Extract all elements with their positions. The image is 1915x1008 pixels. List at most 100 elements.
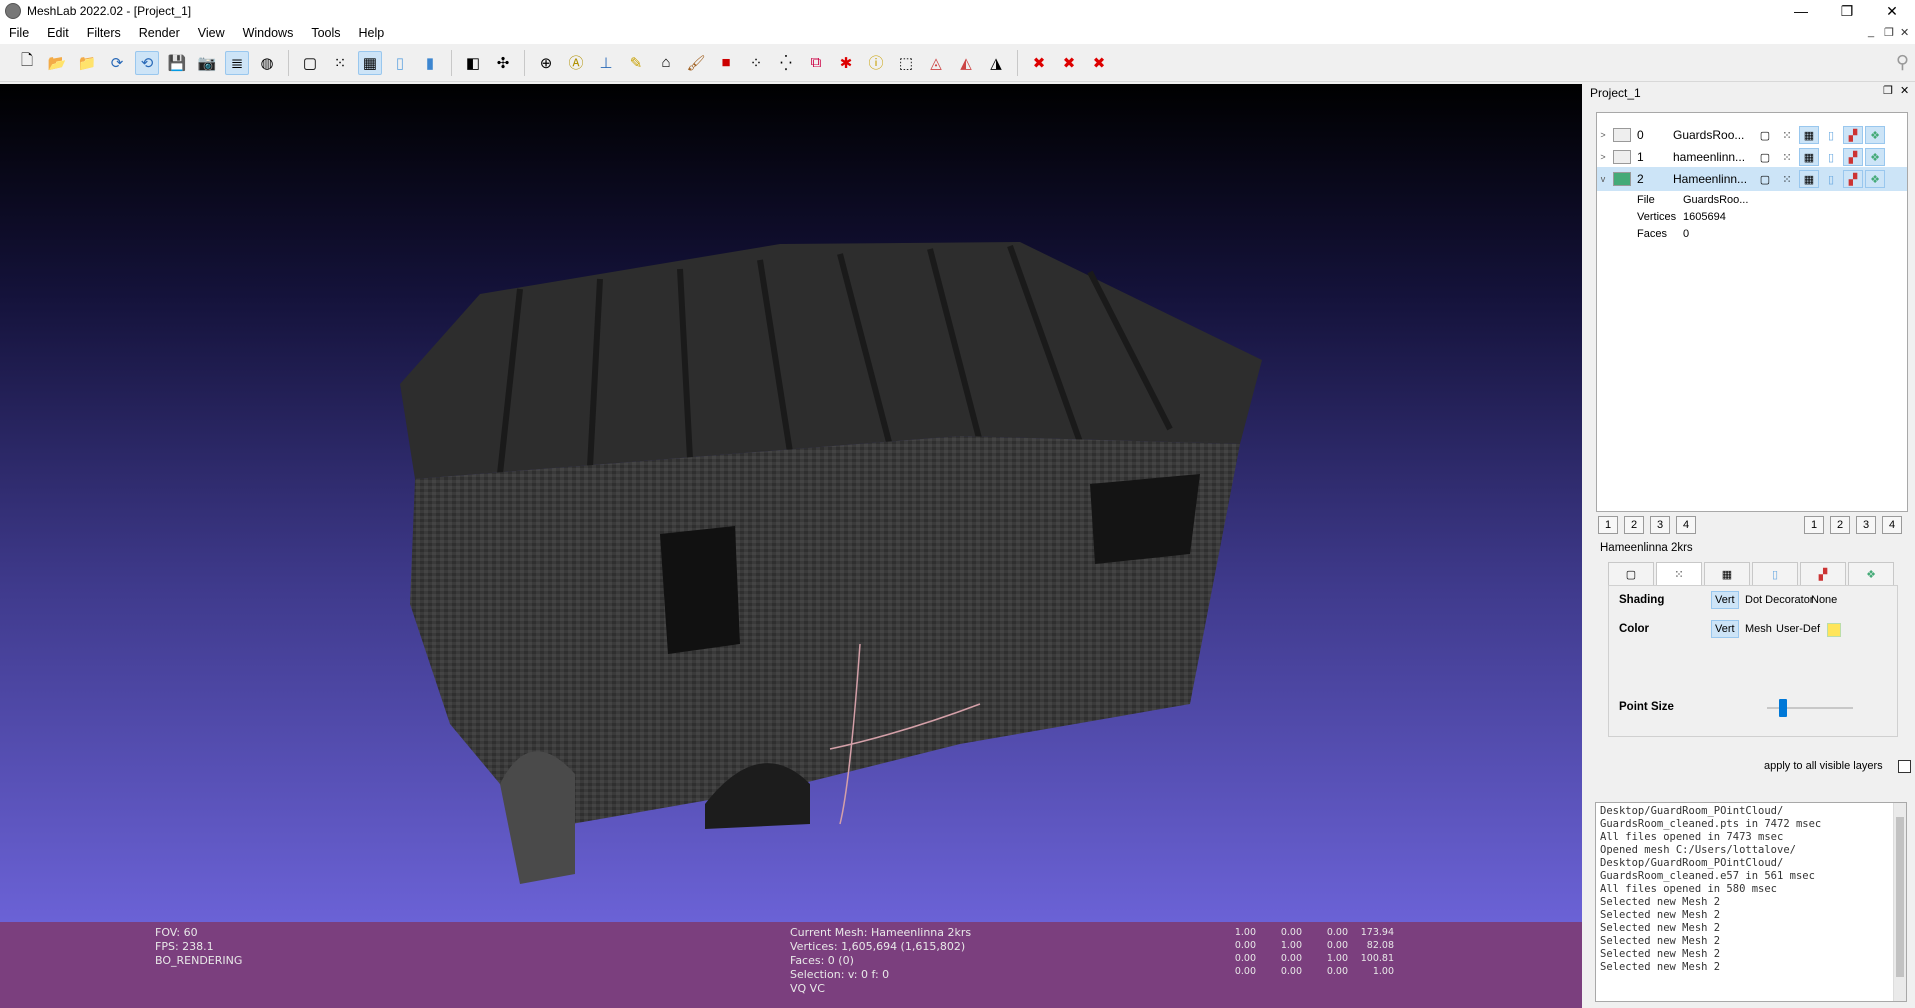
trackball-icon[interactable]: ✣ bbox=[491, 51, 515, 75]
smooth-icon[interactable]: ▮ bbox=[418, 51, 442, 75]
mdi-restore-icon[interactable]: ❐ bbox=[1884, 26, 1894, 39]
color-mesh-option[interactable]: Mesh bbox=[1742, 621, 1775, 637]
points-icon[interactable]: ⁙ bbox=[328, 51, 352, 75]
log-scrollbar[interactable] bbox=[1893, 803, 1906, 1001]
bbox-icon[interactable]: ▢ bbox=[1755, 126, 1775, 144]
select-border-icon[interactable]: ◮ bbox=[984, 51, 1008, 75]
shading-vert-option[interactable]: Vert bbox=[1711, 591, 1739, 609]
brush-icon[interactable]: 🖌 bbox=[684, 51, 708, 75]
delete-faces-icon[interactable]: ✖ bbox=[1057, 51, 1081, 75]
new-project-icon[interactable]: 🗋 bbox=[15, 51, 39, 75]
collapse-arrow-icon[interactable]: v bbox=[1597, 174, 1609, 184]
open-project-icon[interactable]: 📂 bbox=[45, 51, 69, 75]
decorator-icon[interactable]: ❖ bbox=[1865, 126, 1885, 144]
mdi-close-icon[interactable]: ✕ bbox=[1900, 26, 1909, 39]
tab-decorator-icon[interactable]: ❖ bbox=[1848, 562, 1894, 585]
apply-all-checkbox[interactable] bbox=[1898, 760, 1911, 773]
visibility-toggle-icon[interactable] bbox=[1613, 150, 1631, 164]
smooth-icon[interactable]: ▯ bbox=[1821, 126, 1841, 144]
texture-icon[interactable]: ▞ bbox=[1843, 148, 1863, 166]
view-button-1[interactable]: 1 bbox=[1598, 516, 1618, 534]
delete-icon[interactable]: ✖ bbox=[1027, 51, 1051, 75]
wireframe-icon[interactable]: ▦ bbox=[1799, 126, 1819, 144]
close-button[interactable]: ✕ bbox=[1869, 0, 1915, 22]
layer-row[interactable]: > 0 GuardsRoo... ▢ ⁙ ▦ ▯ ▞ ❖ bbox=[1597, 123, 1907, 147]
layer-row[interactable]: > 1 hameenlinn... ▢ ⁙ ▦ ▯ ▞ ❖ bbox=[1597, 145, 1907, 169]
bbox-icon[interactable]: ▢ bbox=[1755, 148, 1775, 166]
decorator-icon[interactable]: ❖ bbox=[1865, 170, 1885, 188]
layer-icon[interactable]: ◧ bbox=[461, 51, 485, 75]
tab-smooth-icon[interactable]: ▯ bbox=[1752, 562, 1798, 585]
reload-icon[interactable]: ⟳ bbox=[105, 51, 129, 75]
annotate-icon[interactable]: Ⓐ bbox=[564, 51, 588, 75]
points-icon[interactable]: ⁙ bbox=[1777, 170, 1797, 188]
select-verts-icon[interactable]: ◬ bbox=[924, 51, 948, 75]
mdi-minimize-icon[interactable]: _ bbox=[1868, 26, 1874, 38]
menu-render[interactable]: Render bbox=[130, 26, 189, 40]
import-mesh-icon[interactable]: 📁 bbox=[75, 51, 99, 75]
reload-all-icon[interactable]: ⟲ bbox=[135, 50, 159, 75]
decorator-icon[interactable]: ❖ bbox=[1865, 148, 1885, 166]
view-button-4[interactable]: 4 bbox=[1676, 516, 1696, 534]
pickpoints-icon[interactable]: ■ bbox=[714, 51, 738, 75]
tab-points-icon[interactable]: ⁙ bbox=[1656, 562, 1702, 585]
select-faces-icon[interactable]: ⁛ bbox=[774, 51, 798, 75]
color-vert-option[interactable]: Vert bbox=[1711, 620, 1739, 638]
restore-button[interactable]: ❐ bbox=[1824, 0, 1870, 22]
view-button-2[interactable]: 2 bbox=[1624, 516, 1644, 534]
export-mesh-icon[interactable]: 💾 bbox=[165, 51, 189, 75]
points-icon[interactable]: ⁙ bbox=[1777, 148, 1797, 166]
raster-icon[interactable]: ◍ bbox=[255, 51, 279, 75]
axes-icon[interactable]: ⊥ bbox=[594, 51, 618, 75]
wireframe-icon[interactable]: ▦ bbox=[1799, 170, 1819, 188]
measure-icon[interactable]: ⌂ bbox=[654, 51, 678, 75]
panel-close-icon[interactable]: ✕ bbox=[1900, 84, 1909, 97]
wireframe-icon[interactable]: ▦ bbox=[358, 50, 382, 75]
3d-viewport[interactable] bbox=[0, 84, 1582, 922]
tab-bbox-icon[interactable]: ▢ bbox=[1608, 562, 1654, 585]
mutual-align-icon[interactable]: ⧉ bbox=[804, 51, 828, 75]
shading-none-option[interactable]: None bbox=[1808, 592, 1840, 608]
select-vertices-icon[interactable]: ⁘ bbox=[744, 51, 768, 75]
menu-help[interactable]: Help bbox=[350, 26, 394, 40]
wireframe-icon[interactable]: ▦ bbox=[1799, 148, 1819, 166]
texture-icon[interactable]: ▞ bbox=[1843, 170, 1863, 188]
shading-dot-decorator-option[interactable]: Dot Decorator bbox=[1742, 592, 1816, 608]
flat-icon[interactable]: ▯ bbox=[388, 51, 412, 75]
menu-tools[interactable]: Tools bbox=[302, 26, 349, 40]
georef-icon[interactable]: ✱ bbox=[834, 51, 858, 75]
tab-wireframe-icon[interactable]: ▦ bbox=[1704, 562, 1750, 585]
view-button-2[interactable]: 2 bbox=[1830, 516, 1850, 534]
smooth-icon[interactable]: ▯ bbox=[1821, 170, 1841, 188]
texture-icon[interactable]: ▞ bbox=[1843, 126, 1863, 144]
user-color-swatch[interactable] bbox=[1827, 623, 1841, 637]
layer-row-selected[interactable]: v 2 Hameenlinn... ▢ ⁙ ▦ ▯ ▞ ❖ bbox=[1597, 167, 1907, 191]
menu-edit[interactable]: Edit bbox=[38, 26, 78, 40]
bbox-icon[interactable]: ▢ bbox=[1755, 170, 1775, 188]
visibility-toggle-icon[interactable] bbox=[1613, 172, 1631, 186]
view-button-4[interactable]: 4 bbox=[1882, 516, 1902, 534]
minimize-button[interactable]: — bbox=[1778, 0, 1824, 22]
menu-view[interactable]: View bbox=[189, 26, 234, 40]
layer-dialog-icon[interactable]: ≣ bbox=[225, 50, 249, 75]
view-button-1[interactable]: 1 bbox=[1804, 516, 1824, 534]
delete-verts-icon[interactable]: ✖ bbox=[1087, 51, 1111, 75]
select-faces-rect-icon[interactable]: ⬚ bbox=[894, 51, 918, 75]
view-button-3[interactable]: 3 bbox=[1650, 516, 1670, 534]
snapshot-icon[interactable]: 📷 bbox=[195, 51, 219, 75]
point-size-slider[interactable] bbox=[1767, 699, 1853, 717]
menu-filters[interactable]: Filters bbox=[78, 26, 130, 40]
menu-windows[interactable]: Windows bbox=[234, 26, 303, 40]
points-icon[interactable]: ⁙ bbox=[1777, 126, 1797, 144]
paint-icon[interactable]: ✎ bbox=[624, 51, 648, 75]
menu-file[interactable]: File bbox=[0, 26, 38, 40]
expand-arrow-icon[interactable]: > bbox=[1597, 152, 1609, 162]
search-icon[interactable]: ⚲ bbox=[1896, 52, 1909, 73]
slider-knob[interactable] bbox=[1778, 699, 1787, 717]
expand-arrow-icon[interactable]: > bbox=[1597, 130, 1609, 140]
select-conn-icon[interactable]: ◭ bbox=[954, 51, 978, 75]
info-icon[interactable]: ⓘ bbox=[864, 51, 888, 75]
scrollbar-thumb[interactable] bbox=[1896, 817, 1904, 977]
smooth-icon[interactable]: ▯ bbox=[1821, 148, 1841, 166]
tab-texture-icon[interactable]: ▞ bbox=[1800, 562, 1846, 585]
